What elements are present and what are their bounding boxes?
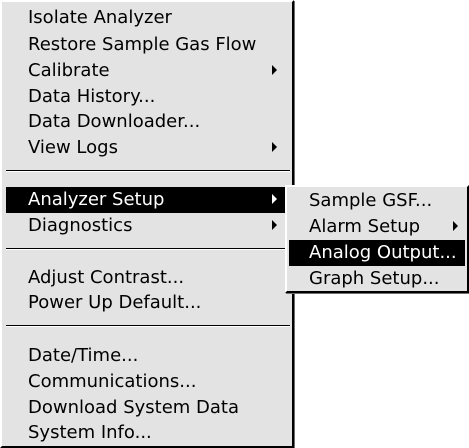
menu-item-label: Analog Output... (309, 242, 457, 263)
menu-separator (6, 170, 290, 172)
menu-item-calibrate[interactable]: Calibrate (6, 58, 290, 84)
menu-item-label: Isolate Analyzer (28, 7, 172, 28)
menu-item-label: System Info... (28, 422, 152, 443)
menu-item-label: Power Up Default... (28, 292, 202, 313)
submenu-arrow-icon (272, 220, 277, 230)
submenu-item-alarm-setup[interactable]: Alarm Setup (289, 214, 465, 240)
submenu-item-graph-setup[interactable]: Graph Setup... (289, 266, 465, 292)
submenu-item-analog-output[interactable]: Analog Output... (289, 240, 465, 266)
menu-item-label: Diagnostics (28, 215, 133, 236)
menu-item-label: Graph Setup... (309, 268, 440, 289)
menu-item-restore-sample-gas-flow[interactable]: Restore Sample Gas Flow (6, 32, 290, 58)
menu-item-label: Calibrate (28, 60, 110, 81)
menu-item-date-time[interactable]: Date/Time... (6, 343, 290, 369)
menu-item-power-up-default[interactable]: Power Up Default... (6, 290, 290, 316)
menu-item-communications[interactable]: Communications... (6, 369, 290, 395)
menu-item-download-system-data[interactable]: Download System Data (6, 395, 290, 421)
submenu-arrow-icon (272, 194, 277, 204)
menu-item-data-downloader[interactable]: Data Downloader... (6, 109, 290, 135)
menu-item-adjust-contrast[interactable]: Adjust Contrast... (6, 265, 290, 291)
menu-item-diagnostics[interactable]: Diagnostics (6, 213, 290, 239)
submenu-arrow-icon (272, 142, 277, 152)
menu-item-analyzer-setup[interactable]: Analyzer Setup (6, 187, 290, 213)
menu-item-label: View Logs (28, 137, 118, 158)
submenu-item-sample-gsf[interactable]: Sample GSF... (289, 188, 465, 214)
menu-item-label: Data History... (28, 86, 156, 107)
menu-item-label: Sample GSF... (309, 190, 433, 211)
menu-item-label: Restore Sample Gas Flow (28, 34, 257, 55)
menu-item-system-info[interactable]: System Info... (6, 420, 290, 446)
menu-item-label: Download System Data (28, 397, 240, 418)
submenu-arrow-icon (272, 65, 277, 75)
menu-item-label: Analyzer Setup (28, 189, 165, 210)
menu-item-label: Adjust Contrast... (28, 267, 185, 288)
analyzer-setup-submenu: Sample GSF... Alarm Setup Analog Output.… (285, 185, 469, 293)
menu-separator (6, 248, 290, 250)
menu-item-view-logs[interactable]: View Logs (6, 135, 290, 161)
menu-item-data-history[interactable]: Data History... (6, 84, 290, 110)
menu-separator (6, 325, 290, 327)
menu-item-label: Communications... (28, 371, 197, 392)
menu-item-label: Date/Time... (28, 345, 139, 366)
submenu-arrow-icon (453, 221, 458, 231)
menu-item-label: Alarm Setup (309, 216, 421, 237)
menu-item-isolate-analyzer[interactable]: Isolate Analyzer (6, 5, 290, 31)
main-menu: Isolate Analyzer Restore Sample Gas Flow… (0, 0, 294, 448)
menu-item-label: Data Downloader... (28, 111, 201, 132)
